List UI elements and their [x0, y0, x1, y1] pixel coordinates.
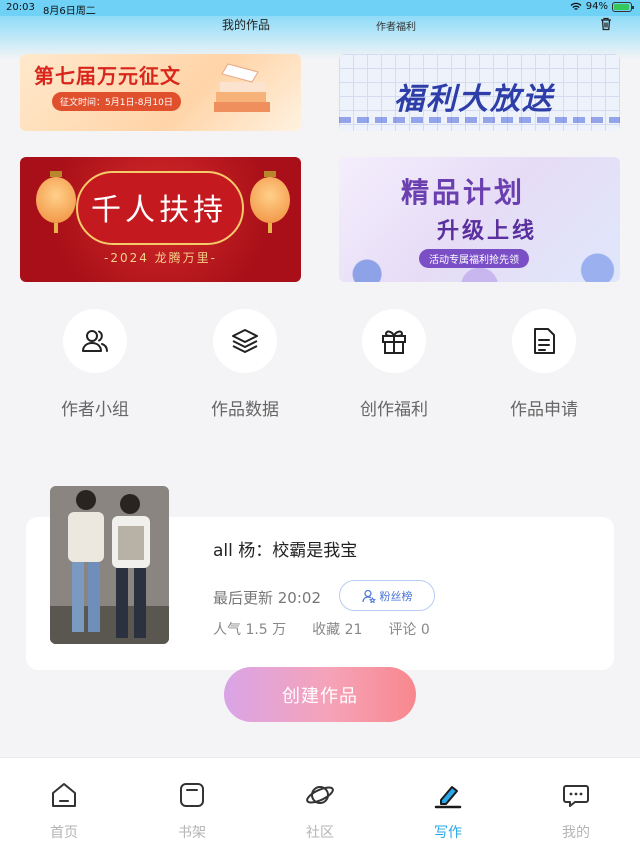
work-favorites: 收藏 21 [312, 622, 363, 638]
banner-essay-date: 征文时间：5月1日-8月10日 [52, 92, 181, 111]
banner-essay-contest[interactable]: 第七届万元征文 征文时间：5月1日-8月10日 [20, 54, 301, 131]
tab-label: 写作 [434, 825, 462, 841]
action-label: 作者小组 [61, 400, 129, 420]
battery-icon [612, 1, 634, 12]
banner-premium-subtitle: 升级上线 [437, 219, 538, 244]
work-comments: 评论 0 [388, 622, 430, 638]
banner-essay-title: 第七届万元征文 [34, 64, 181, 88]
status-time: 20:03 [6, 2, 35, 13]
layers-icon [232, 329, 258, 353]
action-circle [512, 309, 576, 373]
action-creation-welfare[interactable]: 创作福利 [334, 309, 454, 420]
gift-icon [382, 330, 406, 354]
action-work-data[interactable]: 作品数据 [185, 309, 305, 420]
work-title[interactable]: all 杨：校霸是我宝 [213, 536, 357, 561]
action-label: 作品申请 [510, 400, 578, 420]
banner-support[interactable]: 千人扶持 -2024 龙腾万里- [20, 157, 301, 282]
status-date: 8月6日周二 [43, 6, 96, 17]
tab-home[interactable]: 首页 [24, 780, 104, 842]
pen-icon [434, 786, 462, 809]
status-indicators: 94% [570, 1, 634, 12]
action-label: 作品数据 [211, 400, 279, 420]
work-popularity: 人气 1.5 万 [213, 622, 287, 638]
tab-label: 书架 [178, 825, 206, 841]
banner-premium-tag: 活动专属福利抢先领 [419, 249, 529, 268]
planet-icon [306, 786, 334, 804]
books-illustration [214, 63, 270, 112]
banner-welfare-decoration [339, 117, 620, 123]
banner-support-title: 千人扶持 [91, 193, 227, 228]
action-work-apply[interactable]: 作品申请 [484, 309, 604, 420]
banner-support-subtitle: -2024 龙腾万里- [103, 251, 217, 265]
action-circle [362, 309, 426, 373]
work-last-updated: 最后更新 20:02 [213, 589, 321, 607]
wifi-icon [570, 2, 582, 10]
lantern-left-icon [36, 171, 76, 233]
trash-icon[interactable] [598, 16, 614, 32]
status-bar: 20:03 8月6日周二 94% [0, 0, 640, 17]
fans-icon [361, 589, 376, 603]
banner-premium[interactable]: 精品计划 升级上线 活动专属福利抢先领 [339, 157, 620, 282]
banner-welfare[interactable]: 福利大放送 [339, 54, 620, 131]
tab-label: 社区 [306, 825, 334, 841]
chat-bubble-icon [563, 785, 589, 807]
tab-author-welfare[interactable]: 作者福利 [376, 18, 416, 33]
tab-writing[interactable]: 写作 [408, 780, 488, 842]
create-work-button[interactable]: 创建作品 [224, 667, 416, 722]
banner-premium-title: 精品计划 [401, 176, 526, 209]
tab-label: 首页 [50, 825, 78, 841]
work-stats: 人气 1.5 万 收藏 21 评论 0 [213, 619, 456, 639]
battery-level [614, 3, 630, 10]
banner-welfare-title: 福利大放送 [394, 82, 554, 117]
author-group-icon [82, 330, 108, 352]
tab-community[interactable]: 社区 [280, 780, 360, 842]
action-circle [63, 309, 127, 373]
fans-button-label: 粉丝榜 [379, 589, 413, 603]
home-icon [52, 783, 76, 807]
action-circle [213, 309, 277, 373]
action-author-group[interactable]: 作者小组 [35, 309, 155, 420]
action-label: 创作福利 [360, 400, 428, 420]
tab-mine[interactable]: 我的 [536, 780, 616, 842]
tab-label: 我的 [562, 825, 590, 841]
tab-my-works[interactable]: 我的作品 [222, 16, 270, 33]
document-icon [534, 328, 555, 354]
lantern-right-icon [250, 171, 290, 233]
fans-ranking-button[interactable]: 粉丝榜 [339, 580, 435, 611]
cover-photo [50, 486, 169, 644]
bottom-tab-bar: 首页 书架 社区 写作 我的 [0, 757, 640, 853]
work-cover-image[interactable] [50, 486, 169, 644]
battery-percent: 94% [585, 1, 608, 12]
tab-bookshelf[interactable]: 书架 [152, 780, 232, 842]
bookshelf-icon [180, 783, 204, 807]
